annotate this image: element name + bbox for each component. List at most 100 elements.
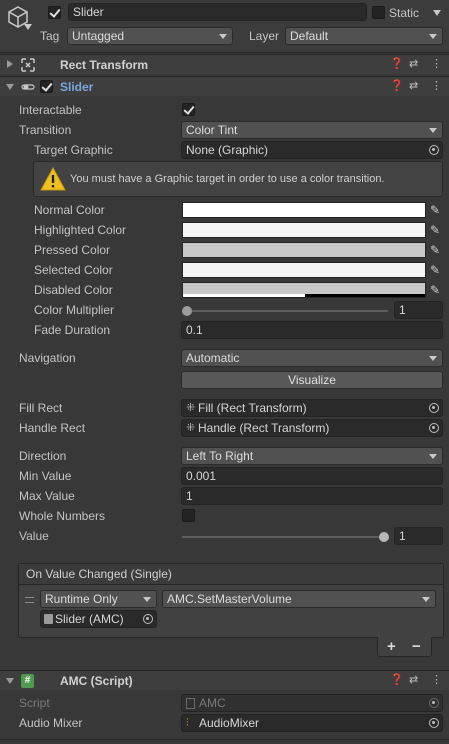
- object-picker-icon[interactable]: [429, 145, 439, 155]
- max-value-label: Max Value: [19, 489, 75, 503]
- target-graphic-value: None (Graphic): [186, 143, 269, 157]
- chevron-down-icon: [429, 356, 437, 361]
- direction-dropdown[interactable]: Left To Right: [181, 447, 443, 465]
- layer-label: Layer: [249, 29, 280, 43]
- eyedropper-icon[interactable]: ✎: [428, 283, 442, 297]
- value-track[interactable]: [182, 536, 385, 538]
- help-icon[interactable]: ❓: [390, 57, 404, 71]
- rect-transform-icon: ⁜: [186, 422, 196, 434]
- amc-script-title: AMC (Script): [60, 674, 133, 688]
- remove-listener-button[interactable]: −: [412, 638, 421, 655]
- object-picker-icon[interactable]: [429, 403, 439, 413]
- whole-numbers-checkbox[interactable]: [182, 509, 195, 522]
- slider-title: Slider: [60, 80, 94, 94]
- target-graphic-field[interactable]: None (Graphic): [181, 141, 443, 159]
- object-picker-icon[interactable]: [143, 614, 153, 624]
- eyedropper-icon[interactable]: ✎: [428, 243, 442, 257]
- alpha-bar-remainder: [305, 294, 425, 297]
- static-dropdown-arrow[interactable]: [433, 10, 441, 16]
- event-target-field[interactable]: Slider (AMC): [40, 610, 157, 628]
- event-title: On Value Changed (Single): [26, 567, 172, 581]
- slider-header[interactable]: Slider ❓ ⇄ ⋮: [0, 76, 449, 96]
- foldout-collapsed-icon[interactable]: [7, 60, 13, 68]
- navigation-value: Automatic: [186, 351, 240, 365]
- kebab-menu-icon[interactable]: ⋮: [431, 57, 442, 71]
- foldout-expanded-icon[interactable]: [6, 678, 14, 684]
- chevron-down-icon: [422, 597, 430, 602]
- event-mode-dropdown[interactable]: Runtime Only: [40, 590, 157, 608]
- gameobject-header: Slider Static Tag Untagged Layer Default: [0, 0, 449, 53]
- value-thumb[interactable]: [379, 532, 389, 542]
- slider-component-icon: [21, 84, 35, 90]
- eyedropper-icon[interactable]: ✎: [428, 203, 442, 217]
- event-function-dropdown[interactable]: AMC.SetMasterVolume: [162, 590, 436, 608]
- event-footer: + −: [377, 637, 432, 657]
- tag-dropdown[interactable]: Untagged: [67, 27, 233, 45]
- foldout-expanded-icon[interactable]: [6, 84, 14, 90]
- tag-label: Tag: [40, 29, 60, 43]
- disabled-color-swatch[interactable]: [182, 282, 426, 298]
- csharp-script-icon: #: [21, 674, 34, 688]
- fill-rect-label: Fill Rect: [19, 401, 63, 415]
- pressed-color-swatch[interactable]: [182, 242, 426, 258]
- object-picker-icon[interactable]: [429, 718, 439, 728]
- icon-dropdown-arrow[interactable]: [24, 24, 32, 30]
- navigation-dropdown[interactable]: Automatic: [181, 349, 443, 367]
- chevron-down-icon: [143, 597, 151, 602]
- add-listener-button[interactable]: +: [387, 638, 396, 655]
- fade-duration-field[interactable]: 0.1: [181, 321, 443, 339]
- layer-dropdown[interactable]: Default: [285, 27, 443, 45]
- fill-rect-field[interactable]: ⁜ Fill (Rect Transform): [181, 399, 443, 417]
- highlighted-color-label: Highlighted Color: [34, 223, 127, 237]
- amc-script-header[interactable]: # AMC (Script) ❓ ⇄ ⋮: [0, 670, 449, 690]
- help-icon[interactable]: ❓: [390, 79, 404, 93]
- gameobject-name-field[interactable]: Slider: [68, 3, 367, 21]
- active-checkbox[interactable]: [48, 6, 61, 19]
- handle-rect-field[interactable]: ⁜ Handle (Rect Transform): [181, 419, 443, 437]
- kebab-menu-icon[interactable]: ⋮: [431, 79, 442, 93]
- help-icon[interactable]: ❓: [390, 673, 404, 687]
- target-graphic-label: Target Graphic: [34, 143, 113, 157]
- drag-handle-icon[interactable]: [25, 597, 34, 603]
- event-header: On Value Changed (Single): [19, 564, 443, 585]
- chevron-down-icon: [429, 128, 437, 133]
- static-checkbox[interactable]: [372, 6, 385, 19]
- rect-transform-header[interactable]: Rect Transform ❓ ⇄ ⋮: [0, 54, 449, 74]
- tag-value: Untagged: [72, 29, 125, 43]
- script-value: AMC: [199, 696, 226, 710]
- chevron-down-icon: [219, 34, 227, 39]
- eyedropper-icon[interactable]: ✎: [428, 223, 442, 237]
- color-multiplier-track[interactable]: [185, 310, 388, 312]
- event-function-value: AMC.SetMasterVolume: [167, 592, 292, 606]
- min-value-field[interactable]: 0.001: [181, 467, 443, 485]
- eyedropper-icon[interactable]: ✎: [428, 263, 442, 277]
- transition-label: Transition: [19, 123, 72, 137]
- audio-mixer-value: AudioMixer: [199, 716, 260, 730]
- normal-color-swatch[interactable]: [182, 202, 426, 218]
- max-value-field[interactable]: 1: [181, 487, 443, 505]
- layer-value: Default: [290, 29, 329, 43]
- whole-numbers-label: Whole Numbers: [19, 509, 106, 523]
- visualize-button[interactable]: Visualize: [181, 371, 443, 389]
- presets-icon[interactable]: ⇄: [409, 673, 418, 687]
- value-field[interactable]: 1: [394, 527, 443, 545]
- script-field: AMC: [181, 694, 443, 712]
- slider-enabled-checkbox[interactable]: [40, 80, 53, 93]
- audio-mixer-field[interactable]: ⫶ AudioMixer: [181, 714, 443, 732]
- fill-rect-value: Fill (Rect Transform): [198, 401, 307, 415]
- interactable-checkbox[interactable]: [182, 103, 195, 116]
- highlighted-color-swatch[interactable]: [182, 222, 426, 238]
- rect-transform-icon: ⁜: [186, 402, 196, 414]
- audio-mixer-icon: ⫶: [186, 717, 189, 729]
- rect-transform-icon: [21, 58, 35, 72]
- color-multiplier-thumb[interactable]: [182, 306, 192, 316]
- object-picker-icon[interactable]: [429, 423, 439, 433]
- presets-icon[interactable]: ⇄: [409, 79, 418, 93]
- selected-color-swatch[interactable]: [182, 262, 426, 278]
- warning-text: You must have a Graphic target in order …: [70, 173, 385, 185]
- color-multiplier-field[interactable]: 1: [394, 301, 443, 319]
- on-value-changed-panel: On Value Changed (Single) Runtime Only A…: [18, 563, 444, 638]
- kebab-menu-icon[interactable]: ⋮: [431, 673, 442, 687]
- transition-dropdown[interactable]: Color Tint: [181, 121, 443, 139]
- presets-icon[interactable]: ⇄: [409, 57, 418, 71]
